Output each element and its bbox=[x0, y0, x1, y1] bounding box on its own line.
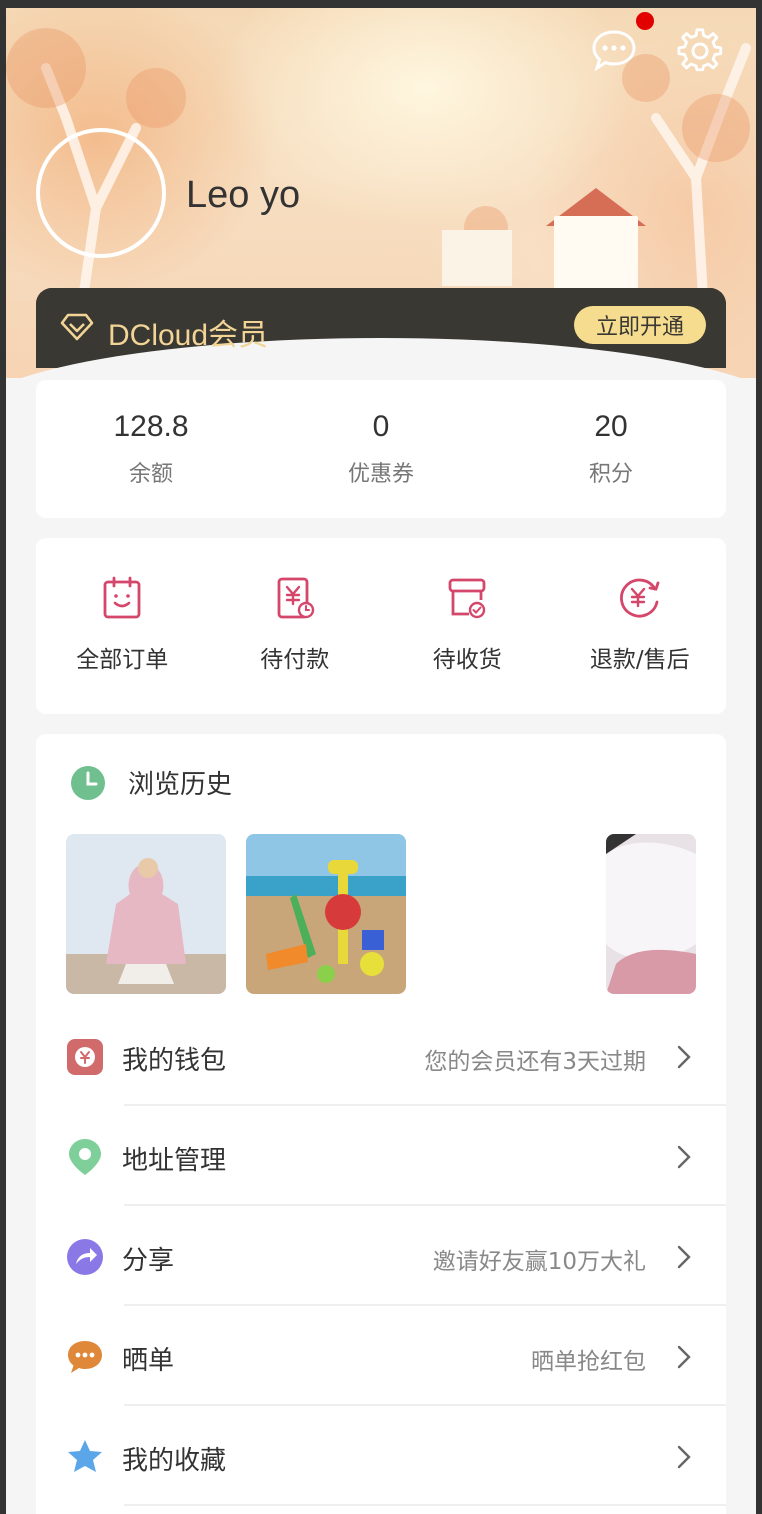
menu-label: 地址管理 bbox=[122, 1146, 227, 1176]
chevron-right-icon bbox=[677, 1345, 691, 1369]
username: Leo yo bbox=[186, 174, 301, 216]
chat-bubble-icon bbox=[592, 30, 636, 72]
chevron-right-icon bbox=[677, 1445, 691, 1469]
orders-card: 全部订单 待付款 待收货 退款/售后 bbox=[36, 538, 726, 714]
yen-bill-icon bbox=[277, 577, 314, 619]
order-label: 待收货 bbox=[432, 647, 502, 673]
house-illustration bbox=[442, 230, 512, 286]
gear-icon bbox=[677, 28, 723, 72]
wallet-icon bbox=[67, 1039, 103, 1075]
activate-vip-button[interactable]: 立即开通 bbox=[574, 306, 706, 344]
messages-button[interactable] bbox=[590, 26, 638, 74]
vip-label: DCloud会员 bbox=[108, 319, 269, 352]
history-header[interactable]: 浏览历史 bbox=[70, 764, 232, 801]
menu-note: 您的会员还有3天过期 bbox=[424, 1049, 646, 1075]
menu-note: 晒单抢红包 bbox=[531, 1349, 646, 1375]
history-thumbnails bbox=[66, 834, 696, 994]
divider bbox=[124, 1504, 726, 1506]
menu-address[interactable]: 地址管理 bbox=[36, 1106, 726, 1206]
menu-note: 邀请好友赢10万大礼 bbox=[432, 1249, 646, 1275]
stat-coupons[interactable]: 0 优惠券 bbox=[266, 380, 496, 518]
stat-label: 优惠券 bbox=[347, 462, 414, 487]
refund-yen-icon bbox=[619, 578, 660, 618]
history-item[interactable] bbox=[606, 834, 696, 994]
order-pending-payment[interactable]: 待付款 bbox=[209, 538, 382, 714]
settings-button[interactable] bbox=[676, 26, 724, 74]
product-image-beach-toys bbox=[246, 834, 406, 994]
profile-page: Leo yo DCloud会员 立即开通 128.8 余额 0 优惠券 20 积… bbox=[6, 8, 756, 1514]
menu-showcase[interactable]: 晒单 晒单抢红包 bbox=[36, 1306, 726, 1406]
chevron-right-icon bbox=[677, 1245, 691, 1269]
chevron-right-icon bbox=[677, 1145, 691, 1169]
diamond-icon bbox=[60, 313, 94, 341]
menu-label: 分享 bbox=[122, 1246, 175, 1276]
clipboard-icon bbox=[103, 576, 141, 619]
order-refund[interactable]: 退款/售后 bbox=[554, 538, 727, 714]
menu-favorites[interactable]: 我的收藏 bbox=[36, 1406, 726, 1506]
product-image-coat bbox=[66, 834, 226, 994]
order-all[interactable]: 全部订单 bbox=[36, 538, 209, 714]
chevron-right-icon bbox=[677, 1045, 691, 1069]
history-item[interactable] bbox=[66, 834, 226, 994]
order-label: 待付款 bbox=[260, 647, 330, 673]
stat-points[interactable]: 20 积分 bbox=[496, 380, 726, 518]
location-pin-icon bbox=[69, 1139, 101, 1175]
stat-balance[interactable]: 128.8 余额 bbox=[36, 380, 266, 518]
stat-label: 余额 bbox=[128, 462, 173, 487]
menu-label: 我的收藏 bbox=[122, 1446, 227, 1476]
stat-value: 0 bbox=[372, 410, 390, 443]
history-title: 浏览历史 bbox=[128, 770, 233, 800]
package-check-icon bbox=[448, 578, 486, 619]
history-and-menu-card: 浏览历史 我的钱包 您的会员还有3天过期 地址管理 分享 邀请好友赢10万大礼 … bbox=[36, 734, 726, 1514]
stat-value: 128.8 bbox=[113, 410, 189, 443]
clock-icon bbox=[71, 765, 105, 800]
stat-label: 积分 bbox=[588, 462, 633, 487]
menu-label: 我的钱包 bbox=[122, 1046, 227, 1076]
order-label: 退款/售后 bbox=[589, 647, 690, 673]
menu-share[interactable]: 分享 邀请好友赢10万大礼 bbox=[36, 1206, 726, 1306]
avatar[interactable] bbox=[36, 128, 166, 258]
share-icon bbox=[67, 1239, 103, 1275]
stat-value: 20 bbox=[594, 410, 628, 443]
comment-icon bbox=[68, 1341, 102, 1373]
product-image-dress bbox=[606, 834, 696, 994]
unread-badge bbox=[636, 12, 654, 30]
star-icon bbox=[68, 1440, 102, 1472]
order-pending-receipt[interactable]: 待收货 bbox=[381, 538, 554, 714]
menu-label: 晒单 bbox=[122, 1346, 175, 1376]
menu-wallet[interactable]: 我的钱包 您的会员还有3天过期 bbox=[36, 1006, 726, 1106]
order-label: 全部订单 bbox=[76, 647, 169, 673]
history-item[interactable] bbox=[246, 834, 406, 994]
account-stats-card: 128.8 余额 0 优惠券 20 积分 bbox=[36, 380, 726, 518]
